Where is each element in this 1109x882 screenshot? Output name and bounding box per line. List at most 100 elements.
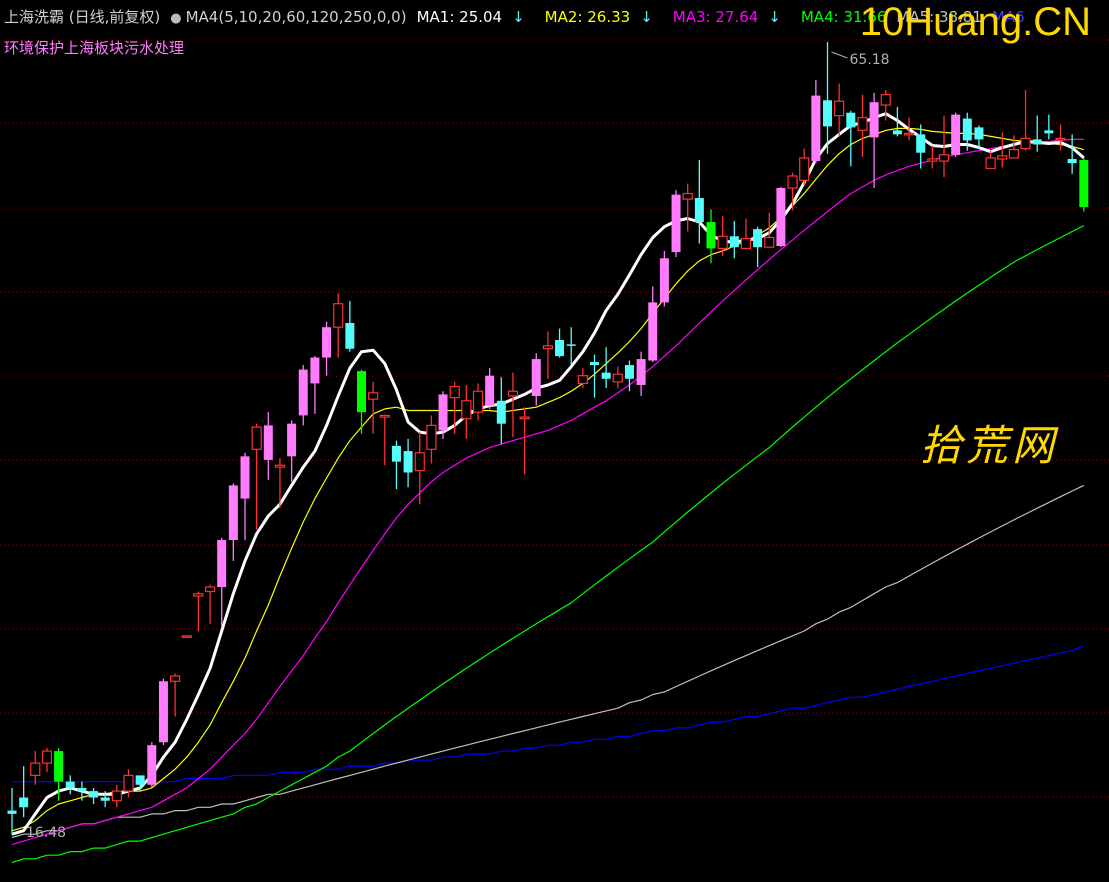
ma3-value: MA3: 27.64 ↓ xyxy=(672,8,781,26)
candle-body xyxy=(823,100,832,127)
candle-body xyxy=(834,100,845,117)
candle xyxy=(857,94,868,157)
candle xyxy=(811,79,821,164)
candle xyxy=(834,83,845,137)
candle xyxy=(111,784,122,808)
candle xyxy=(706,209,716,264)
candle-body xyxy=(147,745,157,785)
candle xyxy=(158,678,168,746)
candle-body xyxy=(1044,130,1054,134)
candle-body xyxy=(1067,158,1077,164)
candle-body xyxy=(577,375,588,385)
candle-body xyxy=(916,134,926,153)
candle-body xyxy=(7,810,17,814)
ma1-value: MA1: 25.04 ↓ xyxy=(416,8,525,26)
candle xyxy=(951,112,961,157)
candle xyxy=(89,787,99,805)
candle-body xyxy=(694,197,704,223)
candle-body xyxy=(368,392,379,400)
candle-body xyxy=(555,340,565,357)
candle-body xyxy=(123,774,134,792)
ma4-line xyxy=(11,225,1085,863)
candle xyxy=(426,415,437,464)
candle xyxy=(636,351,646,397)
candle-body xyxy=(601,372,611,379)
candle xyxy=(193,591,204,631)
candle-body xyxy=(903,132,915,136)
candle-body xyxy=(951,114,961,155)
candle xyxy=(846,110,856,167)
site-watermark: 拾荒网 xyxy=(920,421,1059,470)
candle-body xyxy=(287,423,297,457)
candle xyxy=(566,327,576,366)
stock-title[interactable]: 上海洗霸 (日线,前复权) xyxy=(4,8,160,26)
candle-body xyxy=(764,236,775,248)
candle-body xyxy=(612,373,623,383)
candle xyxy=(740,218,752,250)
candle xyxy=(181,635,192,639)
candle xyxy=(217,537,227,627)
candle-body xyxy=(135,775,145,785)
candle-body xyxy=(997,155,1008,160)
candle-body xyxy=(461,400,472,420)
candle-body xyxy=(77,787,87,792)
candle xyxy=(496,377,506,445)
candle xyxy=(729,220,739,259)
candle-body xyxy=(542,345,554,350)
candle xyxy=(531,353,541,406)
candle-body xyxy=(217,540,227,588)
candle xyxy=(7,787,17,835)
ma1-line xyxy=(11,112,1085,836)
candle-body xyxy=(322,327,332,358)
ma-formula[interactable]: MA4(5,10,20,60,120,250,0,0) xyxy=(186,8,407,26)
candle-body xyxy=(19,797,29,808)
candle-body xyxy=(1055,137,1066,141)
candle-body xyxy=(624,365,634,379)
ma2-arrow-icon: ↓ xyxy=(640,8,653,26)
candle xyxy=(1032,115,1042,152)
candle xyxy=(1067,134,1077,174)
candle xyxy=(41,748,53,773)
candle xyxy=(694,160,704,244)
candle-body xyxy=(927,158,938,162)
candle-body xyxy=(1020,137,1031,150)
candle xyxy=(519,407,530,475)
candle-body xyxy=(158,681,168,743)
candle-body xyxy=(449,385,460,399)
candle-body xyxy=(193,593,204,597)
candle-body xyxy=(671,194,681,253)
candle xyxy=(507,372,519,438)
candle xyxy=(414,432,425,505)
candle xyxy=(1044,114,1054,140)
candle xyxy=(472,383,484,421)
candle-body xyxy=(682,192,693,200)
candle-body xyxy=(706,222,716,249)
candle-body xyxy=(54,751,64,782)
candle-body xyxy=(985,157,996,170)
high-price-label: 65.18 xyxy=(850,52,890,68)
candle xyxy=(648,286,658,363)
candle xyxy=(170,673,181,717)
candle-body xyxy=(414,452,425,472)
price-labels: 65.18 16.48 xyxy=(26,51,890,841)
candle-body xyxy=(659,258,669,303)
candle xyxy=(869,92,879,188)
candle xyxy=(345,301,355,352)
candle xyxy=(612,366,623,389)
candle-body xyxy=(438,394,448,431)
candle-body xyxy=(938,154,950,162)
candle xyxy=(65,775,75,795)
candle xyxy=(287,420,297,482)
candle-body xyxy=(65,781,75,788)
candle-body xyxy=(333,303,344,328)
candle xyxy=(19,766,29,818)
candle-body xyxy=(403,451,413,473)
candle xyxy=(601,347,611,389)
candle-body xyxy=(274,464,286,468)
ma3-arrow-icon: ↓ xyxy=(768,8,781,26)
candle-body xyxy=(485,375,495,406)
sector-tags: 环境保护上海板块污水处理 xyxy=(4,39,185,57)
settings-icon[interactable]: ● xyxy=(170,11,181,26)
candle xyxy=(147,742,157,788)
candle-body xyxy=(717,235,728,249)
